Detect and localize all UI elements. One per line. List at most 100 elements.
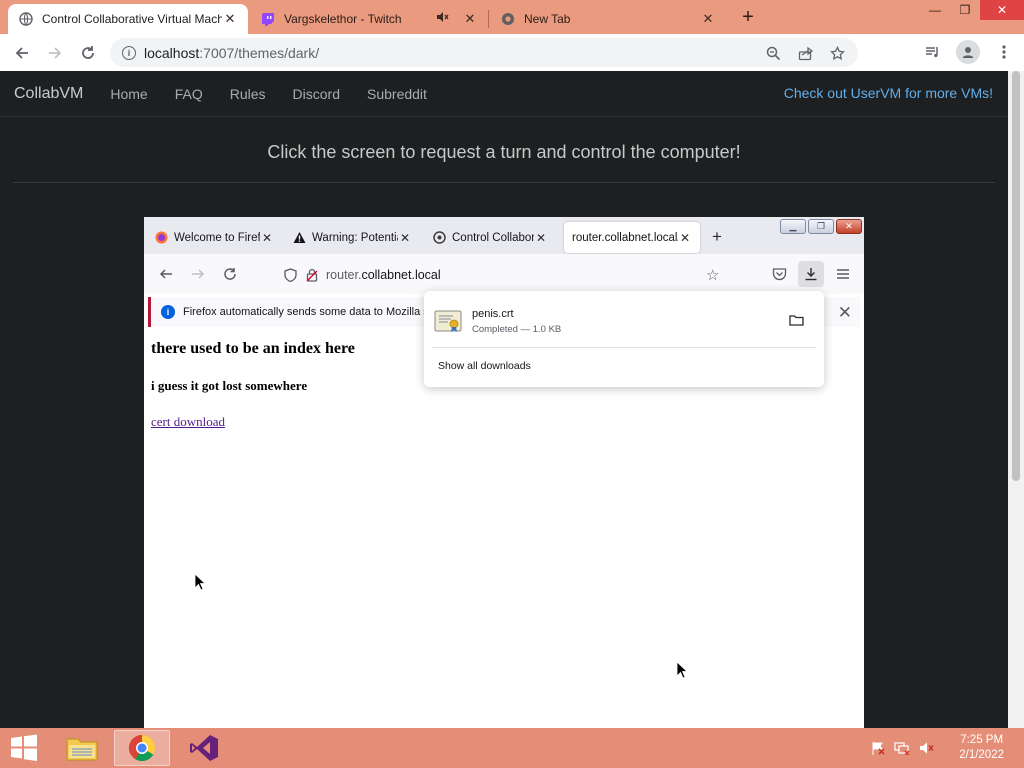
url-prefix: router. (326, 268, 362, 282)
window-controls: — ❐ ✕ (920, 0, 1024, 20)
cert-download-link[interactable]: cert download (151, 414, 355, 430)
chrome-tab-newtab[interactable]: New Tab ✕ (490, 4, 726, 34)
chrome-icon (500, 11, 516, 27)
warning-icon (292, 231, 306, 245)
bookmark-star-icon[interactable] (828, 44, 846, 62)
muted-speaker-icon[interactable] (434, 11, 450, 27)
show-all-downloads-button[interactable]: Show all downloads (438, 360, 531, 372)
vm-window-controls: ▁ ❐ ✕ (780, 219, 862, 234)
network-icon[interactable] (894, 740, 910, 756)
folder-icon (66, 738, 98, 761)
chrome-tab-title: Control Collaborative Virtual Machine (42, 12, 222, 26)
close-tab-icon[interactable]: ✕ (222, 11, 238, 27)
firefox-tab-welcome[interactable]: Welcome to Firefox ✕ (146, 222, 282, 253)
tracking-shield-icon[interactable] (282, 267, 298, 283)
close-tab-icon[interactable]: ✕ (260, 231, 274, 245)
nav-link-subreddit[interactable]: Subreddit (367, 86, 427, 102)
download-item[interactable]: penis.crt Completed — 1.0 KB (432, 299, 818, 343)
chrome-tab-strip: Control Collaborative Virtual Machine ✕ … (0, 0, 1024, 34)
url-domain: collabnet.local (361, 268, 441, 282)
windows-start-icon[interactable] (8, 734, 40, 762)
close-tab-icon[interactable]: ✕ (678, 231, 692, 245)
chrome-tab-title: New Tab (524, 12, 571, 26)
taskbar-visual-studio[interactable] (176, 730, 232, 766)
nav-link-rules[interactable]: Rules (230, 86, 266, 102)
system-tray (870, 740, 934, 756)
collabvm-navbar: CollabVM Home FAQ Rules Discord Subreddi… (0, 71, 1008, 117)
kebab-menu-icon[interactable] (992, 40, 1016, 64)
hamburger-menu-icon[interactable] (830, 261, 856, 287)
new-tab-plus-icon[interactable]: + (737, 7, 759, 29)
taskbar-explorer[interactable] (54, 730, 110, 766)
certificate-file-icon (434, 310, 462, 332)
clock-time: 7:25 PM (960, 734, 1004, 746)
minimize-icon[interactable]: ▁ (780, 219, 806, 234)
page-subheading: i guess it got lost somewhere (151, 378, 308, 393)
twitch-icon (260, 11, 276, 27)
restore-icon[interactable]: ❐ (808, 219, 834, 234)
new-tab-plus-icon[interactable]: + (712, 227, 722, 247)
insecure-lock-icon[interactable] (304, 267, 320, 283)
back-arrow-icon[interactable] (10, 41, 34, 65)
firefox-tab-title: Control Collaborative Virtual Machine (452, 231, 534, 244)
uservm-promo-link[interactable]: Check out UserVM for more VMs! (784, 85, 993, 101)
page-scrollbar[interactable] (1008, 71, 1024, 728)
close-notice-icon[interactable]: ✕ (838, 303, 852, 323)
router-page-content: there used to be an index here i guess i… (151, 332, 355, 430)
chrome-tab-twitch[interactable]: Vargskelethor - Twitch ✕ (250, 4, 488, 34)
address-bar[interactable]: i localhost:7007/themes/dark/ (110, 38, 858, 67)
profile-avatar-icon[interactable] (956, 40, 980, 64)
remote-cursor-icon (676, 661, 688, 679)
restore-icon[interactable]: ❐ (950, 0, 980, 20)
firefox-tab-collabvm[interactable]: Control Collaborative Virtual Machine ✕ (424, 222, 556, 253)
back-arrow-icon[interactable] (156, 264, 176, 284)
collabvm-brand[interactable]: CollabVM (14, 85, 83, 103)
firefox-tab-router[interactable]: router.collabnet.local/ ✕ (564, 222, 700, 253)
forward-arrow-icon[interactable] (188, 264, 208, 284)
close-window-icon[interactable]: ✕ (836, 219, 862, 234)
firefox-address-bar[interactable]: router. collabnet.local (282, 261, 732, 289)
clock-date: 2/1/2022 (959, 749, 1004, 761)
chrome-tab-title: Vargskelethor - Twitch (284, 12, 402, 26)
notice-text: Firefox automatically sends some data to… (183, 306, 435, 318)
download-filename: penis.crt (472, 307, 514, 320)
close-window-icon[interactable]: ✕ (980, 0, 1024, 20)
action-center-flag-icon[interactable] (870, 740, 886, 756)
divider (13, 182, 995, 183)
site-info-icon[interactable]: i (122, 45, 136, 60)
bookmark-star-icon[interactable]: ☆ (706, 266, 719, 284)
zoom-icon[interactable] (764, 44, 782, 62)
taskbar-chrome[interactable] (114, 730, 170, 766)
chrome-tab-collabvm[interactable]: Control Collaborative Virtual Machine ✕ (8, 4, 248, 34)
minimize-icon[interactable]: — (920, 0, 950, 20)
close-tab-icon[interactable]: ✕ (534, 231, 548, 245)
pocket-icon[interactable] (766, 261, 792, 287)
close-tab-icon[interactable]: ✕ (700, 11, 716, 27)
visual-studio-icon (190, 735, 218, 761)
url-host: localhost (144, 44, 200, 61)
firefox-tab-title: Warning: Potential Security Risk Ahead (312, 231, 398, 244)
nav-link-home[interactable]: Home (110, 86, 147, 102)
url-path: :7007/themes/dark/ (199, 44, 320, 61)
info-icon: i (161, 305, 175, 319)
vm-screen[interactable]: Welcome to Firefox ✕ Warning: Potential … (144, 217, 864, 728)
reload-icon[interactable] (220, 264, 240, 284)
folder-icon[interactable] (789, 313, 804, 331)
media-control-icon[interactable] (920, 40, 944, 64)
windows-taskbar: 7:25 PM 2/1/2022 (0, 728, 1024, 768)
chrome-icon (128, 734, 156, 762)
scrollbar-thumb[interactable] (1012, 71, 1020, 481)
forward-arrow-icon[interactable] (43, 41, 67, 65)
downloads-arrow-icon[interactable] (798, 261, 824, 287)
share-icon[interactable] (796, 44, 814, 62)
reload-icon[interactable] (76, 41, 100, 65)
nav-link-faq[interactable]: FAQ (175, 86, 203, 102)
close-tab-icon[interactable]: ✕ (462, 11, 478, 27)
firefox-tab-title: router.collabnet.local/ (572, 231, 678, 244)
close-tab-icon[interactable]: ✕ (398, 231, 412, 245)
taskbar-clock[interactable]: 7:25 PM 2/1/2022 (959, 733, 1004, 763)
volume-muted-icon[interactable] (918, 740, 934, 756)
globe-icon (18, 11, 34, 27)
nav-link-discord[interactable]: Discord (293, 86, 340, 102)
firefox-tab-warning[interactable]: Warning: Potential Security Risk Ahead ✕ (284, 222, 420, 253)
